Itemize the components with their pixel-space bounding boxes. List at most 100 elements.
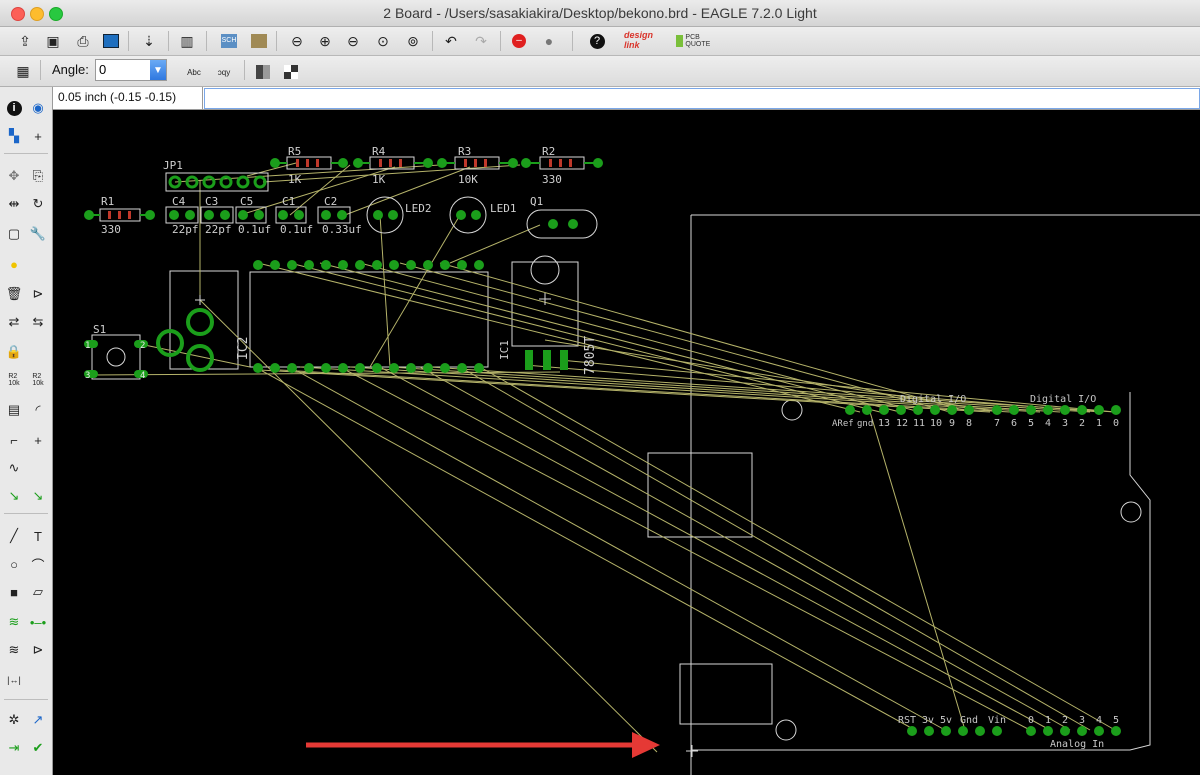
spin-text-icon[interactable]: ɔqy [213, 61, 235, 83]
mirror-text-icon[interactable]: Abc [183, 61, 205, 83]
mark-icon[interactable]: + [27, 125, 49, 147]
zoom-redraw-icon[interactable]: ⊙ [372, 30, 394, 52]
r4-value: 1K [372, 173, 386, 186]
arduino-bottom-pads [907, 726, 1121, 736]
ic2-name: IC2 [236, 337, 251, 360]
text-icon[interactable]: T [27, 525, 49, 547]
polygon-icon[interactable]: ▱ [27, 581, 49, 603]
value-icon[interactable]: R2 10k [27, 369, 49, 391]
split-icon[interactable]: ⌐ [3, 429, 25, 451]
optimize-icon[interactable]: + [27, 429, 49, 451]
miter-icon[interactable]: ◜ [27, 399, 49, 421]
gnd-label: gnd [857, 419, 873, 429]
signal-icon[interactable]: •–• [27, 611, 49, 633]
pin-label-11: 11 [913, 418, 925, 429]
redo-icon[interactable]: ↷ [470, 30, 492, 52]
undo-icon[interactable]: ↶ [440, 30, 462, 52]
angle-select[interactable]: 0 ▼ [95, 59, 167, 81]
c2-value: 0.33uf [322, 223, 362, 236]
meander-icon[interactable]: ∿ [3, 457, 25, 479]
rect-icon[interactable]: ■ [3, 581, 25, 603]
circle-icon[interactable]: ○ [3, 553, 25, 575]
board-icon[interactable] [248, 30, 270, 52]
attribute-icon[interactable]: ⊳ [27, 639, 49, 661]
via-icon[interactable]: ≋ [3, 611, 25, 633]
switch-s1 [84, 334, 148, 380]
rotate-icon[interactable]: ↻ [27, 193, 49, 215]
c2-name: C2 [324, 195, 337, 208]
title-bar: 2 Board - /Users/sasakiakira/Desktop/bek… [0, 0, 1200, 27]
pin-label-rst: RST [898, 715, 916, 726]
window-title: 2 Board - /Users/sasakiakira/Desktop/bek… [383, 5, 817, 21]
c5-value: 0.1uf [238, 223, 271, 236]
arduino-outline-right [691, 392, 1151, 751]
lock-icon[interactable]: 🔒 [3, 341, 25, 363]
stop-icon[interactable]: – [508, 30, 530, 52]
ic1-name: IC1 [498, 340, 511, 360]
coordinate-readout: 0.05 inch (-0.15 -0.15) [58, 90, 177, 104]
zoom-fit-icon[interactable]: ⊖ [286, 30, 308, 52]
r5-value: 1K [288, 173, 302, 186]
add-icon[interactable]: ⊳ [27, 283, 49, 305]
wire-icon[interactable]: ╱ [3, 525, 25, 547]
ripup-icon[interactable]: ↘ [27, 485, 49, 507]
change-icon[interactable]: 🔧 [27, 223, 49, 245]
replace-icon[interactable]: ⇆ [27, 311, 49, 333]
pin-label-6: 6 [1011, 418, 1017, 429]
drc-icon[interactable]: ✔ [27, 737, 49, 759]
group-icon[interactable]: ▢ [3, 223, 25, 245]
move-icon[interactable]: ✥ [3, 165, 25, 187]
command-input[interactable] [204, 88, 1200, 109]
name-icon[interactable]: R2 10k [3, 369, 25, 391]
go-icon[interactable]: ● [538, 30, 560, 52]
schematic-icon[interactable]: SCH [218, 30, 240, 52]
paste-icon[interactable]: ● [3, 253, 25, 275]
zoom-select-icon[interactable]: ⊚ [402, 30, 424, 52]
board-drawing[interactable]: R1 330 R5 1K R4 1K R3 10K R2 330 JP1 C4 … [53, 110, 1200, 775]
pcb-quote-icon[interactable]: PCB QUOTE [676, 30, 716, 52]
mirror-icon[interactable]: ⇹ [3, 193, 25, 215]
copy-icon[interactable]: ⎘ [27, 165, 49, 187]
analog-in-label: Analog In [1050, 739, 1104, 750]
mount-hole-1 [781, 399, 803, 421]
autorouter-icon[interactable]: ↗ [27, 709, 49, 731]
print-icon[interactable]: ⎙ [72, 30, 94, 52]
layer-checker-icon[interactable] [280, 61, 302, 83]
info-icon[interactable]: i [3, 97, 25, 119]
dimension-icon[interactable]: |↔| [3, 669, 25, 691]
save-icon[interactable]: ▣ [42, 30, 64, 52]
board-canvas[interactable]: R1 330 R5 1K R4 1K R3 10K R2 330 JP1 C4 … [53, 110, 1200, 775]
display-icon[interactable]: ▚ [3, 125, 25, 147]
smash-icon[interactable]: ▤ [3, 399, 25, 421]
erc-icon[interactable]: ⇥ [3, 737, 25, 759]
script-icon[interactable]: ⇣ [138, 30, 160, 52]
pinswap-icon[interactable]: ⇄ [3, 311, 25, 333]
ulp-icon[interactable]: ▥ [176, 30, 198, 52]
hole-icon[interactable]: ≋ [3, 639, 25, 661]
parameter-toolbar: ▦ [0, 56, 1200, 87]
power-connector [156, 295, 214, 372]
route-icon[interactable]: ↘ [3, 485, 25, 507]
show-icon[interactable]: ◉ [27, 97, 49, 119]
pin-label-13: 13 [878, 418, 890, 429]
open-icon[interactable]: ⇪ [14, 30, 36, 52]
design-link-icon[interactable]: design link [624, 29, 670, 51]
arc-icon[interactable]: ⌒ [27, 553, 49, 575]
ratsnest-icon[interactable]: ✲ [3, 709, 25, 731]
pin-label-5v: 5v [940, 715, 952, 726]
grid-icon[interactable]: ▦ [12, 60, 34, 82]
zoom-in-icon[interactable]: ⊕ [314, 30, 336, 52]
pcb-quote-label: PCB QUOTE [685, 34, 711, 48]
delete-icon[interactable]: 🗑 [3, 283, 25, 305]
help-icon[interactable]: ? [586, 30, 608, 52]
main-toolbar: ⇪ ▣ ⎙ ⇣ ▥ SCH ⊖ ⊕ ⊖ ⊙ ⊚ ↶ ↷ – ● ? design… [0, 27, 1200, 56]
annotation-arrow [306, 732, 660, 758]
zoom-out-icon[interactable]: ⊖ [342, 30, 364, 52]
r5-name: R5 [288, 145, 301, 158]
chevron-down-icon[interactable]: ▼ [150, 60, 166, 80]
pin-label-5: 5 [1028, 418, 1034, 429]
layer-fill-icon[interactable] [252, 61, 274, 83]
r3-value: 10K [458, 173, 478, 186]
c3-value: 22pf [205, 223, 232, 236]
cam-icon[interactable] [100, 30, 122, 52]
